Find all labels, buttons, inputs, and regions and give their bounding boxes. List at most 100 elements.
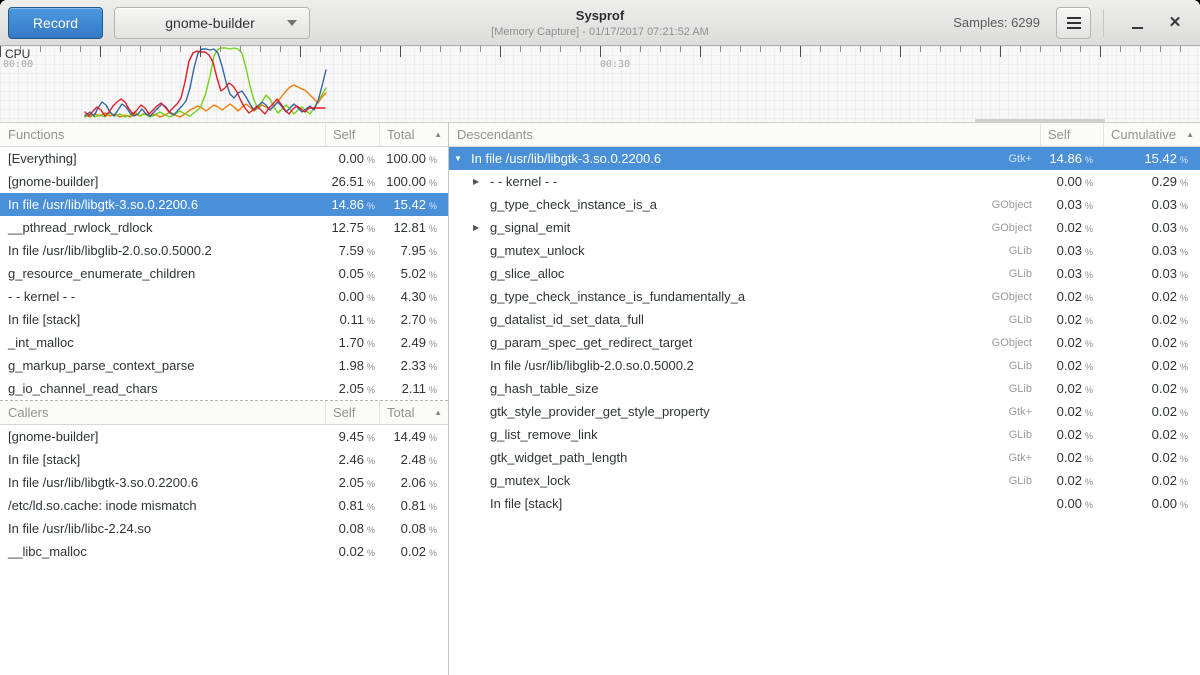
tree-row[interactable]: In file [stack]0.00%0.00% [449,492,1200,515]
total-cell: 2.06% [379,475,448,490]
table-row[interactable]: In file /usr/lib/libgtk-3.so.0.2200.614.… [0,193,448,216]
percent-value: 0.08 [339,521,364,536]
table-row[interactable]: g_markup_parse_context_parse1.98%2.33% [0,354,448,377]
descendant-name: - - kernel - - [490,174,557,189]
function-name-cell: In file [stack] [0,312,325,327]
tree-row[interactable]: gtk_widget_path_lengthGtk+0.02%0.02% [449,446,1200,469]
self-cell: 0.02% [1040,358,1103,373]
percent-value: 2.33 [401,358,426,373]
table-row[interactable]: _int_malloc1.70%2.49% [0,331,448,354]
percent-sign: % [429,456,437,466]
tree-row[interactable]: g_mutex_lockGLib0.02%0.02% [449,469,1200,492]
percent-sign: % [367,270,375,280]
table-row[interactable]: [gnome-builder]26.51%100.00% [0,170,448,193]
percent-sign: % [367,339,375,349]
percent-value: 0.11 [340,312,364,327]
tree-row[interactable]: g_list_remove_linkGLib0.02%0.02% [449,423,1200,446]
table-row[interactable]: g_io_channel_read_chars2.05%2.11% [0,377,448,400]
tree-row[interactable]: ▶g_signal_emitGObject0.02%0.03% [449,216,1200,239]
percent-value: 0.81 [339,498,364,513]
callers-column-header[interactable]: Callers [0,405,325,420]
function-name: [gnome-builder] [8,429,98,444]
function-name-cell: In file /usr/lib/libglib-2.0.so.0.5000.2 [0,243,325,258]
tree-row[interactable]: gtk_style_provider_get_style_propertyGtk… [449,400,1200,423]
descendant-name: In file /usr/lib/libglib-2.0.so.0.5000.2 [490,358,694,373]
graph-scrollbar[interactable] [975,119,1105,122]
callers-self-column-header[interactable]: Self [325,401,379,424]
table-row[interactable]: [gnome-builder]9.45%14.49% [0,425,448,448]
self-cell: 1.98% [325,358,379,373]
descendant-name-cell: gtk_style_provider_get_style_propertyGtk… [449,404,1040,419]
total-cell: 0.08% [379,521,448,536]
window-title: Sysprof [576,8,624,23]
tree-row[interactable]: In file /usr/lib/libglib-2.0.so.0.5000.2… [449,354,1200,377]
self-cell: 0.02% [1040,427,1103,442]
tree-row[interactable]: ▼In file /usr/lib/libgtk-3.so.0.2200.6Gt… [449,147,1200,170]
function-name-cell: __pthread_rwlock_rdlock [0,220,325,235]
table-row[interactable]: [Everything]0.00%100.00% [0,147,448,170]
percent-sign: % [1180,408,1188,418]
percent-value: 0.02 [1057,335,1082,350]
tree-row[interactable]: g_slice_allocGLib0.03%0.03% [449,262,1200,285]
descendant-name: In file /usr/lib/libgtk-3.so.0.2200.6 [471,151,661,166]
descendants-column-header[interactable]: Descendants [449,127,1040,142]
cpu-visualizer[interactable]: CPU 00:0000:30 [0,46,1200,123]
descendant-name-cell: ▼In file /usr/lib/libgtk-3.so.0.2200.6Gt… [449,151,1040,166]
library-tag: GObject [984,222,1040,234]
percent-sign: % [1180,362,1188,372]
close-button[interactable]: ✕ [1160,8,1190,38]
total-cell: 2.70% [379,312,448,327]
table-row[interactable]: In file /usr/lib/libc-2.24.so0.08%0.08% [0,517,448,540]
descendant-name: g_param_spec_get_redirect_target [490,335,692,350]
self-cell: 2.46% [325,452,379,467]
expander-closed-icon[interactable]: ▶ [473,223,490,232]
callers-list: [gnome-builder]9.45%14.49%In file [stack… [0,425,448,563]
tree-row[interactable]: g_hash_table_sizeGLib0.02%0.02% [449,377,1200,400]
expander-open-icon[interactable]: ▼ [454,154,471,163]
target-dropdown[interactable]: gnome-builder [114,7,310,39]
percent-value: 0.02 [1057,404,1082,419]
expander-closed-icon[interactable]: ▶ [473,177,490,186]
descendant-name: g_list_remove_link [490,427,598,442]
percent-value: 0.03 [1152,197,1177,212]
callers-total-column-header[interactable]: Total ▲ [379,401,448,424]
functions-self-column-header[interactable]: Self [325,123,379,146]
functions-column-header[interactable]: Functions [0,127,325,142]
minimize-button[interactable] [1122,8,1152,38]
total-cell: 12.81% [379,220,448,235]
descendants-cumulative-column-header[interactable]: Cumulative ▲ [1103,123,1200,146]
table-row[interactable]: - - kernel - -0.00%4.30% [0,285,448,308]
table-row[interactable]: /etc/ld.so.cache: inode mismatch0.81%0.8… [0,494,448,517]
table-row[interactable]: In file /usr/lib/libgtk-3.so.0.2200.62.0… [0,471,448,494]
percent-value: 2.46 [339,452,364,467]
descendant-name-cell: g_hash_table_sizeGLib [449,381,1040,396]
record-button[interactable]: Record [8,7,103,39]
percent-value: 0.02 [1152,427,1177,442]
functions-total-column-header[interactable]: Total ▲ [379,123,448,146]
tree-row[interactable]: g_type_check_instance_is_aGObject0.03%0.… [449,193,1200,216]
self-cell: 0.02% [1040,381,1103,396]
table-row[interactable]: __pthread_rwlock_rdlock12.75%12.81% [0,216,448,239]
cumulative-cell: 0.02% [1103,450,1200,465]
table-row[interactable]: In file /usr/lib/libglib-2.0.so.0.5000.2… [0,239,448,262]
tree-row[interactable]: g_param_spec_get_redirect_targetGObject0… [449,331,1200,354]
time-label: 00:30 [600,59,630,70]
time-label: 00:00 [3,59,33,70]
table-row[interactable]: __libc_malloc0.02%0.02% [0,540,448,563]
tree-row[interactable]: g_datalist_id_set_data_fullGLib0.02%0.02… [449,308,1200,331]
descendants-self-column-header[interactable]: Self [1040,123,1103,146]
table-row[interactable]: In file [stack]2.46%2.48% [0,448,448,471]
tree-row[interactable]: ▶- - kernel - -0.00%0.29% [449,170,1200,193]
table-row[interactable]: In file [stack]0.11%2.70% [0,308,448,331]
tree-row[interactable]: g_type_check_instance_is_fundamentally_a… [449,285,1200,308]
total-cell: 4.30% [379,289,448,304]
descendant-name-cell: In file [stack] [449,496,1040,511]
function-name-cell: [gnome-builder] [0,429,325,444]
tree-row[interactable]: g_mutex_unlockGLib0.03%0.03% [449,239,1200,262]
cumulative-cell: 0.29% [1103,174,1200,189]
percent-value: 0.05 [339,266,364,281]
table-row[interactable]: g_resource_enumerate_children0.05%5.02% [0,262,448,285]
cumulative-cell: 0.02% [1103,473,1200,488]
menu-button[interactable] [1056,7,1091,39]
percent-value: 0.02 [401,544,426,559]
